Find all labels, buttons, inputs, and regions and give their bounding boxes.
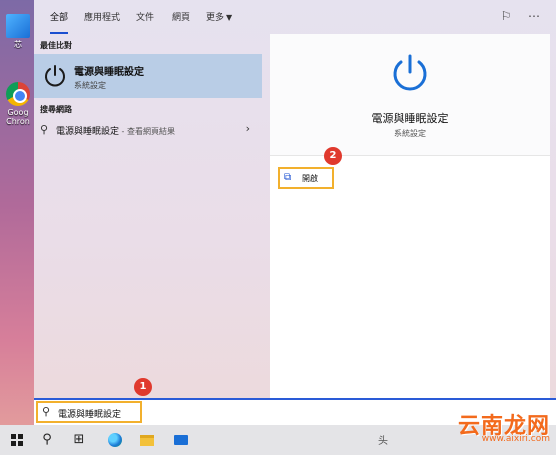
- computer-icon: [6, 14, 30, 38]
- power-icon: [45, 65, 65, 87]
- search-icon: ⚲: [42, 405, 51, 418]
- detail-title: 電源與睡眠設定: [371, 112, 449, 125]
- desktop-icon-this-pc[interactable]: 芯: [4, 14, 32, 49]
- tab-web[interactable]: 網頁: [172, 10, 190, 26]
- task-view-button[interactable]: ⊞: [66, 429, 92, 451]
- edge-button[interactable]: [102, 429, 128, 451]
- mail-button[interactable]: [168, 429, 194, 451]
- desktop-strip: 芯 Goog Chron: [0, 0, 34, 425]
- watermark-prefix: 头: [378, 436, 388, 447]
- task-view-icon: ⊞: [73, 432, 85, 447]
- tab-documents[interactable]: 文件: [136, 10, 154, 26]
- search-button[interactable]: ⚲: [34, 429, 60, 451]
- web-result-suffix: - 查看網頁結果: [119, 127, 175, 136]
- results-list: 最佳比對 電源與睡眠設定 系統設定 搜尋網路 ⚲ 電源與睡眠設定 - 查看網頁結…: [34, 34, 262, 398]
- folder-icon: [140, 435, 154, 446]
- chrome-icon: [6, 82, 30, 106]
- start-button[interactable]: [4, 429, 30, 451]
- filter-tabs: 全部 應用程式 文件 網頁 更多 ▼ ⚐ ⋯: [34, 0, 556, 34]
- open-button[interactable]: ⧉ 開啟: [278, 167, 334, 189]
- chevron-right-icon[interactable]: ›: [246, 122, 250, 135]
- more-options-icon[interactable]: ⋯: [526, 8, 542, 24]
- best-match-subtitle: 系統設定: [74, 81, 106, 90]
- tab-all[interactable]: 全部: [50, 10, 69, 34]
- web-search-header: 搜尋網路: [40, 105, 72, 114]
- watermark: 云南龙网 www.aixiri.com: [458, 408, 550, 444]
- search-panel: 全部 應用程式 文件 網頁 更多 ▼ ⚐ ⋯ 最佳比對 電源與睡眠設定 系統設定 …: [34, 0, 556, 398]
- best-match-header: 最佳比對: [40, 41, 72, 50]
- open-icon: ⧉: [284, 172, 292, 183]
- search-input[interactable]: ⚲ 電源與睡眠設定: [36, 401, 142, 423]
- detail-subtitle: 系統設定: [394, 129, 426, 138]
- web-result-query: 電源與睡眠設定: [56, 127, 120, 137]
- open-label: 開啟: [302, 174, 318, 183]
- file-explorer-button[interactable]: [134, 429, 160, 451]
- detail-header: 電源與睡眠設定 系統設定: [270, 34, 550, 156]
- desktop-icon-label: Goog Chron: [6, 108, 30, 126]
- best-match-title: 電源與睡眠設定: [74, 67, 144, 78]
- tab-more[interactable]: 更多 ▼: [206, 10, 232, 26]
- watermark-url: www.aixiri.com: [481, 434, 550, 444]
- web-result-text: 電源與睡眠設定 - 查看網頁結果: [56, 124, 175, 137]
- tab-apps[interactable]: 應用程式: [84, 10, 120, 26]
- search-icon: ⚲: [40, 123, 49, 136]
- power-icon: [393, 54, 427, 91]
- best-match-item[interactable]: 電源與睡眠設定 系統設定: [34, 54, 262, 98]
- feedback-icon[interactable]: ⚐: [498, 8, 514, 24]
- tab-more-label: 更多: [206, 13, 225, 23]
- windows-icon: [11, 434, 23, 446]
- desktop-icon-chrome[interactable]: Goog Chron: [4, 82, 32, 126]
- web-result-item[interactable]: ⚲ 電源與睡眠設定 - 查看網頁結果 ›: [34, 119, 262, 141]
- search-input-value: 電源與睡眠設定: [58, 410, 122, 420]
- step-badge-2: 2: [324, 147, 342, 165]
- search-icon: ⚲: [42, 432, 52, 447]
- desktop-icon-label: 芯: [14, 40, 22, 49]
- mail-icon: [174, 435, 188, 445]
- step-badge-1: 1: [134, 378, 152, 396]
- chevron-down-icon: ▼: [226, 13, 233, 22]
- edge-icon: [108, 433, 122, 447]
- detail-pane: 電源與睡眠設定 系統設定 ⧉ 開啟: [270, 34, 550, 398]
